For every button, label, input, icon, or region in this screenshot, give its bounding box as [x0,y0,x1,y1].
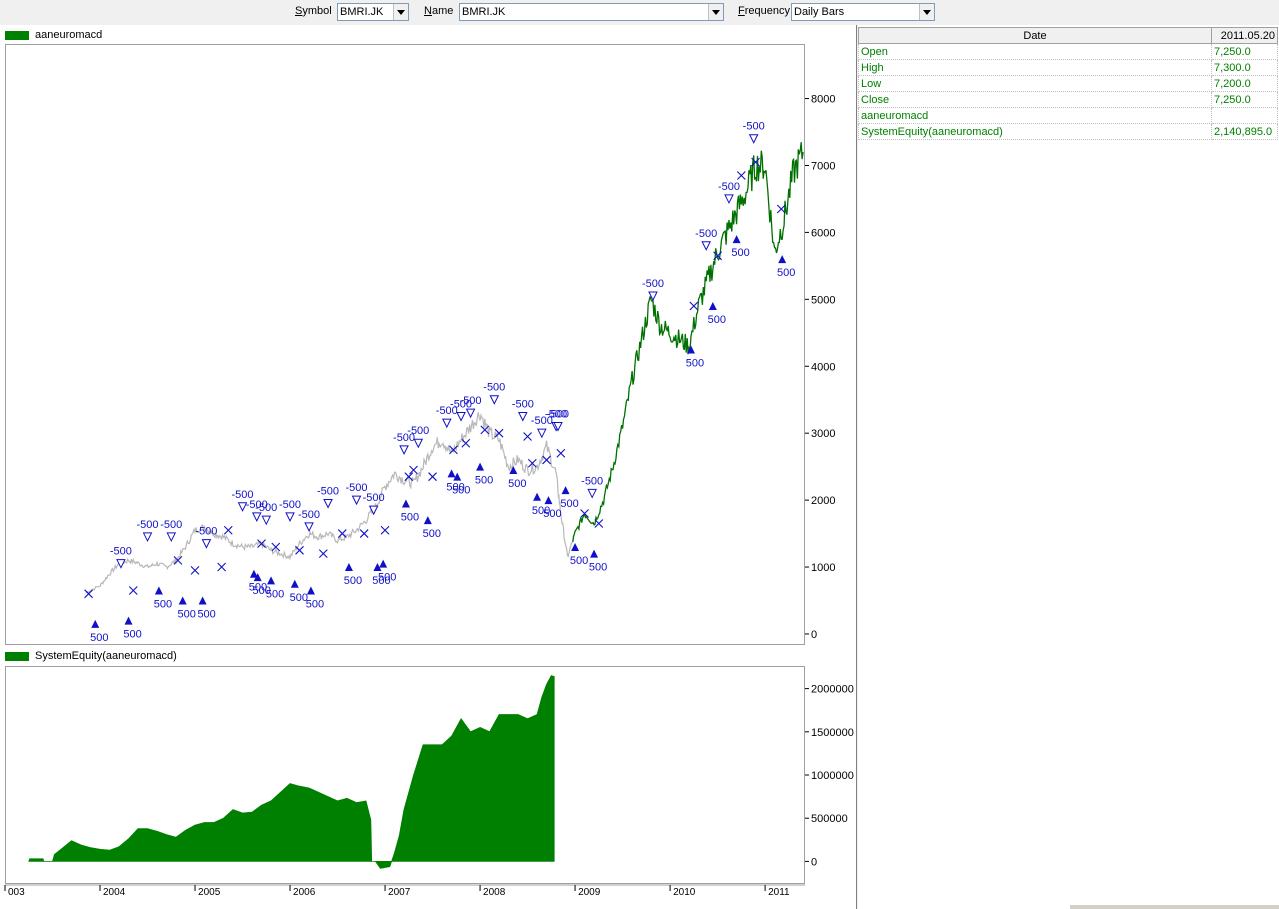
x-tick-label: 2008 [483,887,506,898]
x-tick-label: 2011 [768,887,790,898]
x-tick-label: 2007 [388,887,411,898]
chevron-down-icon[interactable] [708,4,723,20]
date-value: 2011.05.20 [1211,27,1278,44]
status-strip [1070,905,1279,909]
chart-area: aaneuromacd 0 1000 2000 3000 4000 5000 6000 700… [0,25,857,909]
frequency-value: Daily Bars [794,6,845,18]
data-row-label: High [858,59,1212,76]
data-row-value [1211,107,1278,124]
chevron-down-icon[interactable] [393,4,408,20]
x-tick-label: 2005 [198,887,221,898]
data-header-row: Date 2011.05.20 [858,27,1278,44]
data-row-value: 7,250.0 [1211,43,1278,60]
symbol-combo[interactable]: BMRI.JK [337,3,409,21]
equity-area [28,675,555,869]
x-tick-label: 2004 [103,887,126,898]
data-row-label: SystemEquity(aaneuromacd) [858,123,1212,140]
y-tick-label: 1000000 [811,770,854,782]
data-row-label: aaneuromacd [858,107,1212,124]
frequency-combo[interactable]: Daily Bars [791,3,935,21]
x-tick-label: 2006 [293,887,316,898]
x-tick-label: 2010 [673,887,696,898]
x-tick-label: 003 [8,887,25,898]
x-tick-label: 2009 [578,887,601,898]
date-header: Date [858,27,1212,44]
data-row-close: Close 7,250.0 [858,91,1278,108]
frequency-label: Frequency [738,5,790,17]
equity-chart-svg: 0 500000 1000000 1500000 2000000 003 2004 2005 2… [4,675,854,898]
name-label: Name [424,5,454,17]
data-row-value: 7,300.0 [1211,59,1278,76]
symbol-value: BMRI.JK [340,6,384,18]
y-tick-label: 2000000 [811,684,854,696]
data-row-label: Close [858,91,1212,108]
data-table: Date 2011.05.20 Open 7,250.0 High 7,300.… [858,27,1278,140]
data-row-label: Open [858,43,1212,60]
symbol-label: Symbol [295,5,332,17]
y-tick-label: 1500000 [811,727,854,739]
y-tick-label: 500000 [811,813,848,825]
data-row-label: Low [858,75,1212,92]
data-row-high: High 7,300.0 [858,59,1278,76]
chevron-down-icon[interactable] [919,4,934,20]
data-row-value: 2,140,895.0 [1211,123,1278,140]
name-combo[interactable]: BMRI.JK [459,3,724,21]
data-row-open: Open 7,250.0 [858,43,1278,60]
data-window: Date 2011.05.20 Open 7,250.0 High 7,300.… [858,25,1279,909]
y-tick-label: 0 [811,856,817,868]
data-row-strategy: aaneuromacd [858,107,1278,124]
toolbar: Symbol BMRI.JK Name BMRI.JK Frequency Da… [0,0,1279,25]
data-row-value: 7,250.0 [1211,91,1278,108]
data-row-value: 7,200.0 [1211,75,1278,92]
data-row-equity: SystemEquity(aaneuromacd) 2,140,895.0 [858,123,1278,140]
data-row-low: Low 7,200.0 [858,75,1278,92]
name-value: BMRI.JK [462,6,506,18]
